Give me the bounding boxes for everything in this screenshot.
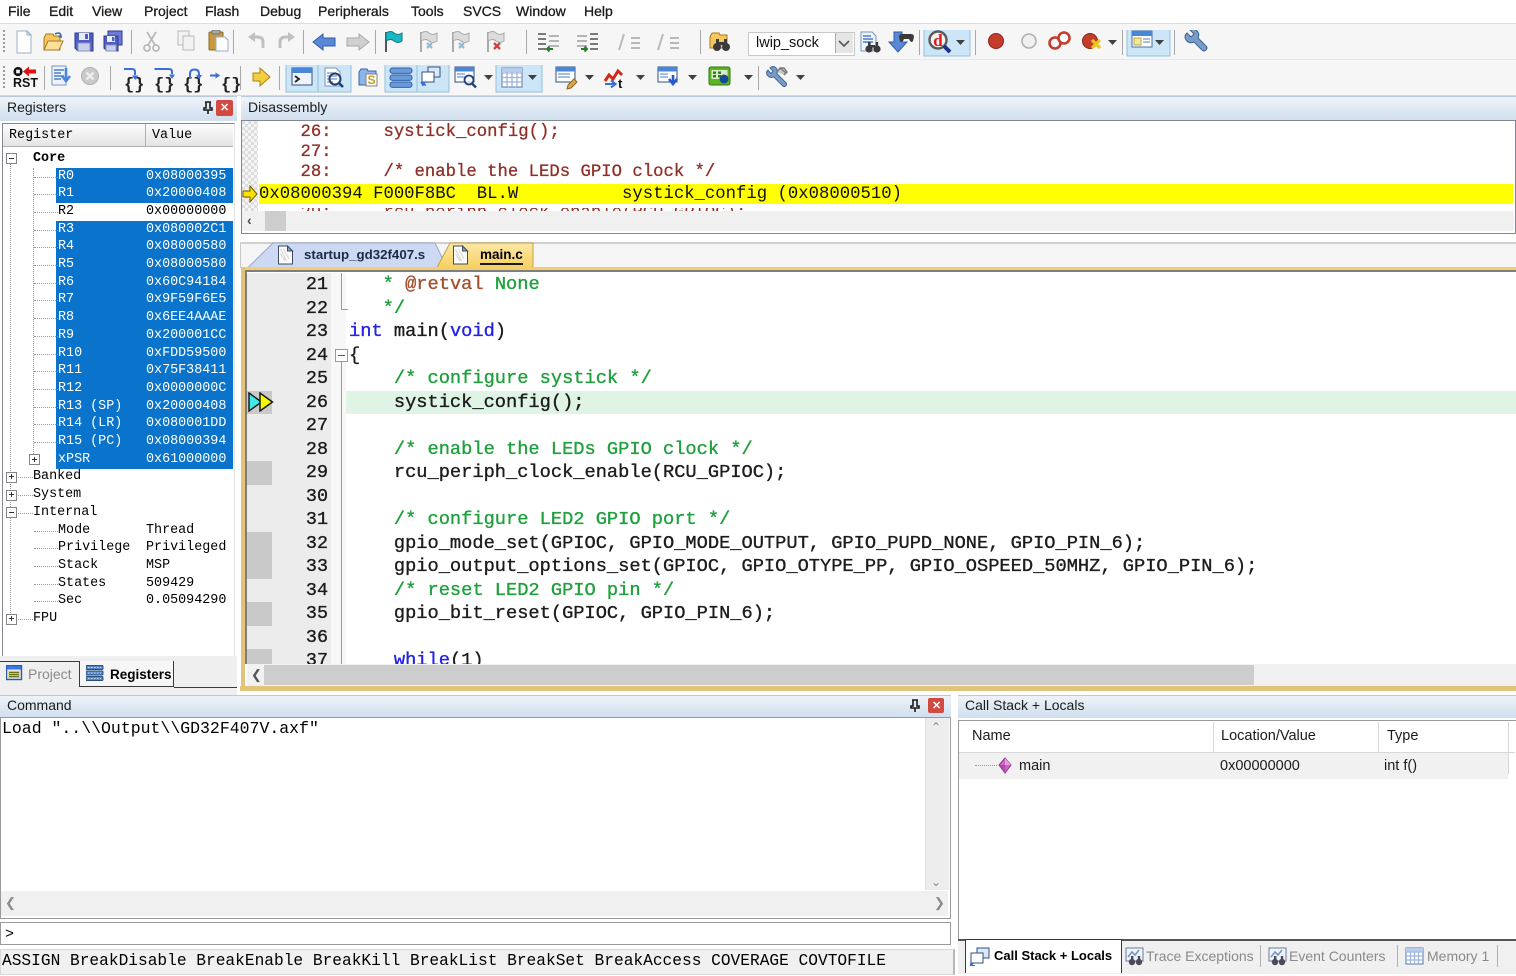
svg-text:{}: {} [221,76,241,93]
svg-text:{}: {} [154,76,174,93]
svg-text:RST: RST [13,76,38,90]
svg-text:{}: {} [183,76,203,93]
svg-text:S: S [367,73,375,87]
svg-text:t: t [618,76,623,91]
svg-text:d: d [933,31,943,50]
